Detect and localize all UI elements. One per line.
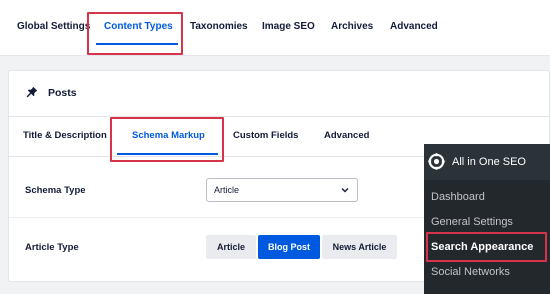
card-header: Posts [9,71,549,117]
chevron-down-icon [341,188,349,193]
highlight-box-schema-markup [110,117,224,162]
article-type-option-blog-post[interactable]: Blog Post [258,235,320,259]
card-title: Posts [48,87,77,99]
pin-icon [26,86,38,98]
tab-taxonomies[interactable]: Taxonomies [190,21,248,32]
highlight-box-content-types [87,12,183,55]
wp-menu-header[interactable]: All in One SEO [424,144,550,180]
schema-type-value: Article [214,185,240,195]
aioseo-logo-icon [428,153,445,170]
article-type-label: Article Type [25,242,79,253]
tab-advanced-card[interactable]: Advanced [324,130,369,141]
wp-admin-menu: All in One SEO Dashboard General Setting… [424,144,550,294]
tab-advanced[interactable]: Advanced [390,21,438,32]
schema-type-select[interactable]: Article [206,178,358,202]
highlight-box-search-appearance [426,232,547,262]
tab-custom-fields[interactable]: Custom Fields [233,130,298,141]
top-nav: Global Settings Content Types Taxonomies… [0,0,550,56]
tab-archives[interactable]: Archives [331,21,373,32]
article-type-option-article[interactable]: Article [206,235,256,259]
wp-menu-item-general-settings[interactable]: General Settings [431,216,513,228]
tab-title-description[interactable]: Title & Description [23,130,107,141]
wp-menu-item-social-networks[interactable]: Social Networks [431,266,510,278]
article-type-option-news-article[interactable]: News Article [322,235,397,259]
wp-menu-title: All in One SEO [452,156,526,168]
tab-image-seo[interactable]: Image SEO [262,21,315,32]
schema-type-label: Schema Type [25,185,86,196]
tab-global-settings[interactable]: Global Settings [17,21,90,32]
wp-menu-item-dashboard[interactable]: Dashboard [431,191,485,203]
